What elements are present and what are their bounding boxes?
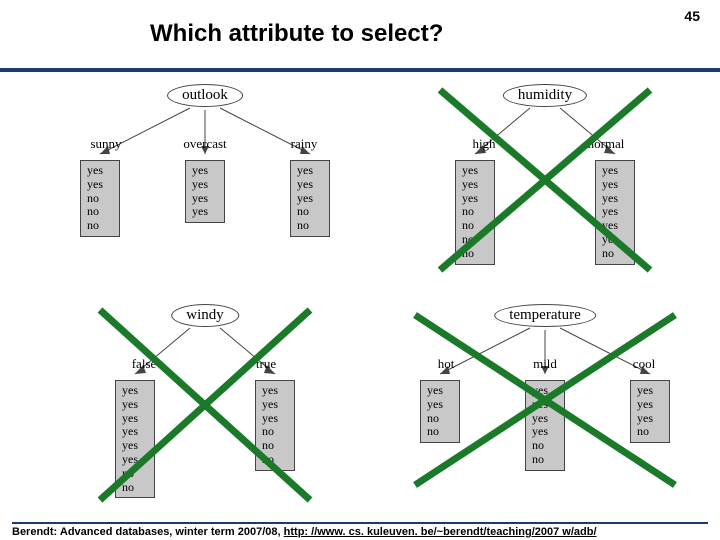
edge-label: normal xyxy=(588,136,625,152)
edge-label: sunny xyxy=(90,136,121,152)
edge-label: rainy xyxy=(291,136,318,152)
edge-label: hot xyxy=(438,356,455,372)
footer-link[interactable]: http: //www. cs. kuleuven. be/~berendt/t… xyxy=(284,526,597,538)
edge-label: high xyxy=(472,136,495,152)
tree-windy: windy false true yesyesyesyesyesyesnono … xyxy=(60,300,350,510)
page-number: 45 xyxy=(684,8,700,24)
tree-outlook: outlook sunny overcast rainy yesyesnonon… xyxy=(60,80,350,290)
title-rule xyxy=(0,68,720,72)
leaf: yesyesnono xyxy=(420,380,460,443)
tree-humidity-root: humidity xyxy=(503,84,587,107)
footer-prefix: Berendt: Advanced databases, winter term… xyxy=(12,526,284,538)
page-title: Which attribute to select? xyxy=(150,20,443,48)
footer: Berendt: Advanced databases, winter term… xyxy=(12,522,708,538)
leaf: yesyesnonono xyxy=(80,160,120,237)
tree-humidity: humidity high normal yesyesyesnononono y… xyxy=(400,80,690,290)
leaf: yesyesyesnonono xyxy=(255,380,295,471)
leaf: yesyesyesyesyesyesno xyxy=(595,160,635,265)
tree-windy-arrows xyxy=(60,300,350,510)
edge-label: overcast xyxy=(183,136,226,152)
tree-temperature-root: temperature xyxy=(494,304,596,327)
slide: 45 Which attribute to select? outlook su… xyxy=(0,0,720,540)
leaf: yesyesyesyes xyxy=(185,160,225,223)
leaf: yesyesyesyesyesyesnono xyxy=(115,380,155,498)
tree-temperature: temperature hot mild cool yesyesnono yes… xyxy=(400,300,690,510)
leaf: yesyesyesnono xyxy=(290,160,330,237)
tree-humidity-arrows xyxy=(400,80,690,290)
tree-outlook-root: outlook xyxy=(167,84,243,107)
leaf: yesyesyesnononono xyxy=(455,160,495,265)
leaf: yesyesyesyesnono xyxy=(525,380,565,471)
tree-windy-root: windy xyxy=(171,304,239,327)
edge-label: false xyxy=(132,356,157,372)
edge-label: cool xyxy=(633,356,655,372)
leaf: yesyesyesno xyxy=(630,380,670,443)
edge-label: mild xyxy=(533,356,557,372)
edge-label: true xyxy=(256,356,276,372)
